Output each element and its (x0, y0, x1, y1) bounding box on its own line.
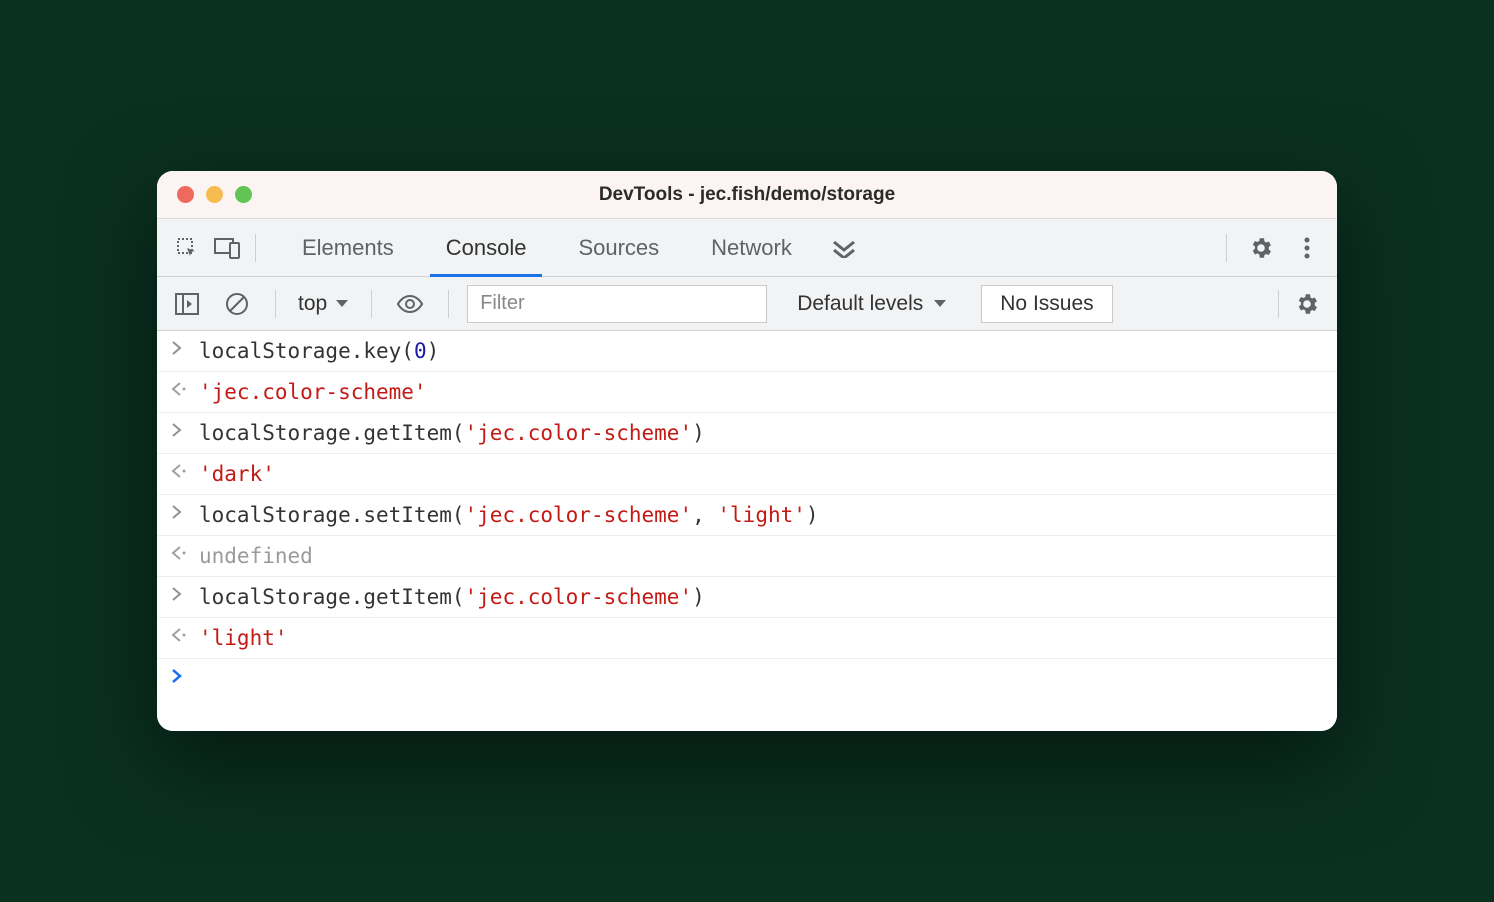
settings-gear-icon[interactable] (1241, 228, 1281, 268)
input-glyph-icon (171, 423, 189, 437)
tabs: Elements Console Sources Network (276, 219, 870, 276)
code-text: localStorage.key(0) (199, 339, 439, 363)
console-input-line: localStorage.key(0) (157, 331, 1337, 372)
console-output-line: 'light' (157, 618, 1337, 659)
subtoolbar-right (1270, 284, 1327, 324)
divider (275, 290, 276, 318)
console-output-line: 'dark' (157, 454, 1337, 495)
context-label: top (298, 292, 327, 316)
console-prompt-line[interactable] (157, 659, 1337, 691)
code-text: localStorage.setItem('jec.color-scheme',… (199, 503, 819, 527)
console-output-line: 'jec.color-scheme' (157, 372, 1337, 413)
log-levels-selector[interactable]: Default levels (789, 292, 955, 316)
divider (1278, 290, 1279, 318)
output-glyph-icon (171, 382, 189, 396)
issues-label: No Issues (1000, 292, 1093, 316)
console-input-line: localStorage.getItem('jec.color-scheme') (157, 577, 1337, 618)
input-glyph-icon (171, 587, 189, 601)
issues-button[interactable]: No Issues (981, 285, 1112, 323)
devtools-window: DevTools - jec.fish/demo/storage Element… (157, 171, 1337, 731)
console-input-line: localStorage.getItem('jec.color-scheme') (157, 413, 1337, 454)
code-text: localStorage.getItem('jec.color-scheme') (199, 421, 705, 445)
code-text: undefined (199, 544, 313, 568)
output-glyph-icon (171, 628, 189, 642)
console-input-line: localStorage.setItem('jec.color-scheme',… (157, 495, 1337, 536)
divider (255, 234, 256, 262)
code-text: localStorage.getItem('jec.color-scheme') (199, 585, 705, 609)
code-text: 'dark' (199, 462, 275, 486)
tab-sources[interactable]: Sources (552, 219, 685, 276)
output-glyph-icon (171, 464, 189, 478)
console-toolbar: top Default levels No Issues (157, 277, 1337, 331)
divider (1226, 234, 1227, 262)
toggle-sidebar-icon[interactable] (167, 284, 207, 324)
code-text: 'jec.color-scheme' (199, 380, 427, 404)
levels-label: Default levels (797, 292, 923, 316)
divider (371, 290, 372, 318)
prompt-glyph-icon (171, 669, 189, 683)
console-settings-gear-icon[interactable] (1287, 284, 1327, 324)
context-selector[interactable]: top (294, 292, 353, 316)
console-output-line: undefined (157, 536, 1337, 577)
devtools-tabbar: Elements Console Sources Network (157, 219, 1337, 277)
tab-elements[interactable]: Elements (276, 219, 420, 276)
chevron-down-icon (933, 299, 947, 309)
chevron-down-icon (335, 299, 349, 309)
tabbar-right (1218, 228, 1327, 268)
live-expression-eye-icon[interactable] (390, 284, 430, 324)
input-glyph-icon (171, 341, 189, 355)
inspect-element-icon[interactable] (167, 228, 207, 268)
tab-console[interactable]: Console (420, 219, 553, 276)
input-glyph-icon (171, 505, 189, 519)
code-text: 'light' (199, 626, 288, 650)
console-output: localStorage.key(0) 'jec.color-scheme' loc… (157, 331, 1337, 731)
filter-input[interactable] (467, 285, 767, 323)
window-titlebar: DevTools - jec.fish/demo/storage (157, 171, 1337, 219)
clear-console-icon[interactable] (217, 284, 257, 324)
device-toolbar-icon[interactable] (207, 228, 247, 268)
window-title: DevTools - jec.fish/demo/storage (157, 184, 1337, 206)
more-tabs-icon[interactable] (818, 219, 870, 276)
kebab-menu-icon[interactable] (1287, 228, 1327, 268)
divider (448, 290, 449, 318)
output-glyph-icon (171, 546, 189, 560)
tab-network[interactable]: Network (685, 219, 818, 276)
